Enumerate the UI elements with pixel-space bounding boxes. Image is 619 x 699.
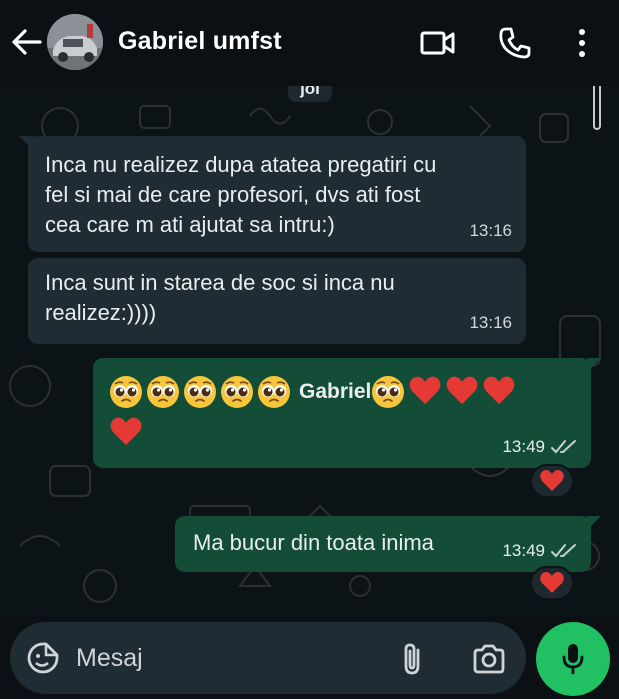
pleading-face-emoji [110,376,142,408]
heart-emoji-group [371,375,516,409]
message-text-line: Inca nu realizez dupa atatea pregatiri c… [45,152,437,177]
camera-icon[interactable] [472,644,506,674]
red-heart-emoji [110,417,142,446]
bubble-tail [587,516,601,530]
message-text: Gabriel [299,380,372,403]
message-bubble-incoming[interactable]: Inca nu realizez dupa atatea pregatiri c… [19,136,526,252]
pleading-face-emoji [147,376,179,408]
pleading-face-emoji [184,376,216,408]
message-meta: 13:16 [469,308,512,338]
red-heart-emoji [483,376,515,405]
pleading-face-emoji [258,376,290,408]
double-check-icon [551,544,576,558]
message-meta: 13:16 [469,216,512,246]
red-heart-icon [540,572,564,593]
bubble-tail [587,358,601,372]
back-arrow-icon[interactable] [10,28,42,56]
message-bubble-outgoing[interactable]: Gabriel 13:49 [93,358,601,468]
attachment-icon[interactable] [400,642,426,676]
message-bubble-outgoing[interactable]: Ma bucur din toata inima 13:49 [175,516,601,572]
avatar[interactable] [47,14,103,70]
double-check-icon [551,440,576,454]
voice-message-button[interactable] [536,622,610,696]
message-time: 13:16 [469,221,512,240]
contact-name[interactable]: Gabriel umfst [118,27,282,56]
red-heart-emoji [409,376,441,405]
microphone-icon [562,644,584,675]
video-call-icon[interactable] [420,29,456,57]
message-time: 13:49 [502,437,545,456]
car-photo-icon [47,14,103,70]
bubble-tail [19,136,33,150]
emoji-sticker-icon[interactable] [26,641,60,675]
message-time: 13:16 [469,313,512,332]
date-chip: joi [288,86,332,102]
emoji-line: Gabriel [109,372,575,412]
message-meta: 13:49 [502,536,577,566]
message-reaction[interactable] [530,464,574,498]
message-list[interactable]: joi Inca nu realizez dupa atatea pregati… [0,86,619,616]
message-text-line: Inca sunt in starea de soc si inca nu [45,270,395,295]
message-text-line: cea care m ati ajutat sa intru:) [45,212,335,237]
message-text-line: realizez:)))) [45,300,157,325]
chat-header: Gabriel umfst [0,0,619,86]
heart-emoji-group [109,416,143,448]
message-reaction[interactable] [530,566,574,600]
voice-call-icon[interactable] [498,26,532,60]
message-text-line: fel si mai de care profesori, dvs ati fo… [45,182,421,207]
message-input[interactable] [76,636,376,680]
message-composer [10,622,526,694]
pleading-face-emoji-group [109,375,291,409]
more-options-icon[interactable] [575,28,589,58]
message-meta: 13:49 [502,432,577,462]
red-heart-emoji [446,376,478,405]
message-time: 13:49 [502,541,545,560]
red-heart-icon [540,470,564,491]
scrollbar[interactable] [593,86,601,130]
pleading-face-emoji [221,376,253,408]
pleading-face-emoji [372,376,405,408]
message-bubble-incoming[interactable]: Inca sunt in starea de soc si inca nu re… [28,258,526,344]
